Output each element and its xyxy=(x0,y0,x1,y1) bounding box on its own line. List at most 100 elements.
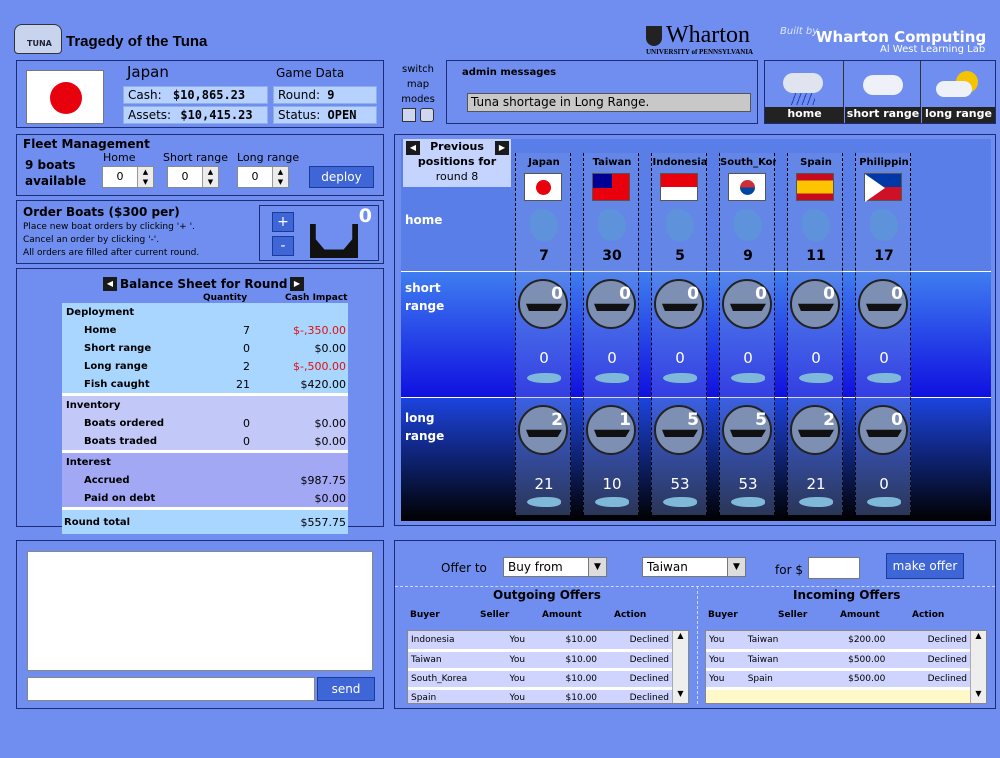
down-arrow-icon[interactable]: ▼ xyxy=(272,177,288,187)
order-help-1: Place new boat orders by clicking '+ '. xyxy=(23,222,195,232)
admin-message: Tuna shortage in Long Range. xyxy=(467,93,751,112)
target-select[interactable]: Taiwan ▼ xyxy=(642,557,746,577)
long-sonar: 1 xyxy=(586,405,636,455)
offers-header: Buyer Seller Amount Action xyxy=(705,605,987,624)
offers-header-cell: Action xyxy=(912,609,945,620)
zone-label-short-2: range xyxy=(405,299,445,313)
offer-cell: Declined xyxy=(927,673,967,684)
balance-prev-icon[interactable]: ◀ xyxy=(103,277,117,291)
tuna-icon xyxy=(527,497,561,507)
wharton-wordmark: Wharton xyxy=(666,22,750,48)
chat-log xyxy=(27,551,373,671)
scrollbar[interactable]: ▲ ▼ xyxy=(672,631,688,703)
up-arrow-icon[interactable]: ▲ xyxy=(202,167,218,177)
long-boats: 5 xyxy=(687,410,699,430)
long-sonar: 2 xyxy=(518,405,568,455)
send-button[interactable]: send xyxy=(317,677,375,701)
offer-cell: Spain xyxy=(747,673,773,684)
long-stepper[interactable]: 0 ▲ ▼ xyxy=(237,166,289,188)
globe-view-icon[interactable] xyxy=(420,108,434,122)
offers-table: You Taiwan $200.00 Declined You Taiwan $500.00… xyxy=(706,631,970,703)
up-arrow-icon[interactable]: ▲ xyxy=(137,167,153,177)
short-boats: 0 xyxy=(551,284,563,304)
balance-row: Fish caught 21 $420.00 xyxy=(62,375,348,393)
short-sonar: 0 xyxy=(790,279,840,329)
offers-table: Indonesia You $10.00 Declined Taiwan You $10.0… xyxy=(408,631,672,703)
long-tuna: 10 xyxy=(602,475,622,493)
offer-row[interactable]: You Taiwan $200.00 Declined xyxy=(706,631,970,650)
country-column: Indonesia 5 0 0 5 53 xyxy=(651,153,707,515)
app-logo: TUNA xyxy=(14,24,62,54)
weather-label-home: home xyxy=(765,107,844,123)
zone-label-short-1: short xyxy=(405,281,441,295)
map-next-icon[interactable]: ▶ xyxy=(495,141,509,155)
offer-cell: You xyxy=(509,673,526,684)
scroll-up-icon[interactable]: ▲ xyxy=(673,631,688,645)
target-select-value: Taiwan xyxy=(647,560,688,574)
balance-table: Deployment Home 7 $-,350.00 Short range … xyxy=(62,303,348,534)
boats-available-2: available xyxy=(25,174,87,188)
plus-button[interactable]: + xyxy=(272,212,294,232)
country-flag xyxy=(524,173,562,201)
section-name: Deployment xyxy=(66,306,135,318)
round-value: 9 xyxy=(327,88,335,102)
country-column: South_Kor 9 0 0 5 53 xyxy=(719,153,776,515)
row-cash: $0.00 xyxy=(314,434,347,448)
country-name: Philippin xyxy=(859,157,909,168)
offer-row[interactable]: Indonesia You $10.00 Declined xyxy=(408,631,672,650)
scroll-down-icon[interactable]: ▼ xyxy=(971,689,986,703)
country-name: South_Kor xyxy=(720,157,776,168)
offer-row-empty xyxy=(706,688,970,703)
home-stepper[interactable]: 0 ▲ ▼ xyxy=(102,166,154,188)
game-data-label: Game Data xyxy=(276,66,345,80)
up-arrow-icon[interactable]: ▲ xyxy=(272,167,288,177)
chat-input[interactable] xyxy=(27,677,315,701)
deploy-button[interactable]: deploy xyxy=(309,166,374,188)
row-cash: $987.75 xyxy=(300,473,347,487)
balance-next-icon[interactable]: ▶ xyxy=(290,277,304,291)
balance-row: Accrued $987.75 xyxy=(62,471,348,489)
zone-label-home: home xyxy=(405,213,443,227)
offer-cell: You xyxy=(509,692,526,703)
zone-label-long-2: range xyxy=(405,429,445,443)
rain-drops xyxy=(791,93,815,105)
long-boats: 0 xyxy=(891,410,903,430)
scroll-down-icon[interactable]: ▼ xyxy=(673,689,688,703)
scroll-up-icon[interactable]: ▲ xyxy=(971,631,986,645)
offer-cell: Declined xyxy=(629,692,669,703)
short-boats: 0 xyxy=(823,284,835,304)
tuna-icon xyxy=(595,497,629,507)
offer-row[interactable]: Taiwan You $10.00 Declined xyxy=(408,650,672,669)
down-arrow-icon[interactable]: ▼ xyxy=(137,177,153,187)
home-boats: 11 xyxy=(806,248,826,264)
offer-row[interactable]: You Taiwan $500.00 Declined xyxy=(706,650,970,669)
make-offer-button[interactable]: make offer xyxy=(886,553,964,579)
country-name: Japan xyxy=(127,63,169,81)
grid-view-icon[interactable] xyxy=(402,108,416,122)
switch-label-2: map xyxy=(406,79,430,90)
balance-title: Balance Sheet for Round 8 xyxy=(120,277,301,291)
long-label: Long range xyxy=(237,151,300,164)
offer-row[interactable]: South_Korea You $10.00 Declined xyxy=(408,669,672,688)
offer-row[interactable]: You Spain $500.00 Declined xyxy=(706,669,970,688)
row-qty: 0 xyxy=(243,416,250,430)
boats-available-1: 9 boats xyxy=(25,158,76,172)
map-prev-icon[interactable]: ◀ xyxy=(406,141,420,155)
balance-total-row: Round total $557.75 xyxy=(62,510,348,534)
short-tuna: 0 xyxy=(743,349,753,367)
offer-row[interactable]: Spain You $10.00 Declined xyxy=(408,688,672,703)
down-arrow-icon[interactable]: ▼ xyxy=(202,177,218,187)
status-label: Status: xyxy=(278,108,321,122)
short-stepper[interactable]: 0 ▲ ▼ xyxy=(167,166,219,188)
scrollbar[interactable]: ▲ ▼ xyxy=(970,631,986,703)
offer-cell: $10.00 xyxy=(565,654,598,665)
weather-home: home xyxy=(765,61,844,123)
offers-header-cell: Buyer xyxy=(708,609,738,620)
amount-input[interactable] xyxy=(808,557,860,579)
cash-label: Cash: xyxy=(128,88,162,102)
country-column: Spain 11 0 0 2 21 xyxy=(787,153,843,515)
short-tuna: 0 xyxy=(879,349,889,367)
cash-impact-header: Cash Impact xyxy=(285,293,348,303)
minus-button[interactable]: - xyxy=(272,236,294,256)
action-select[interactable]: Buy from ▼ xyxy=(503,557,607,577)
